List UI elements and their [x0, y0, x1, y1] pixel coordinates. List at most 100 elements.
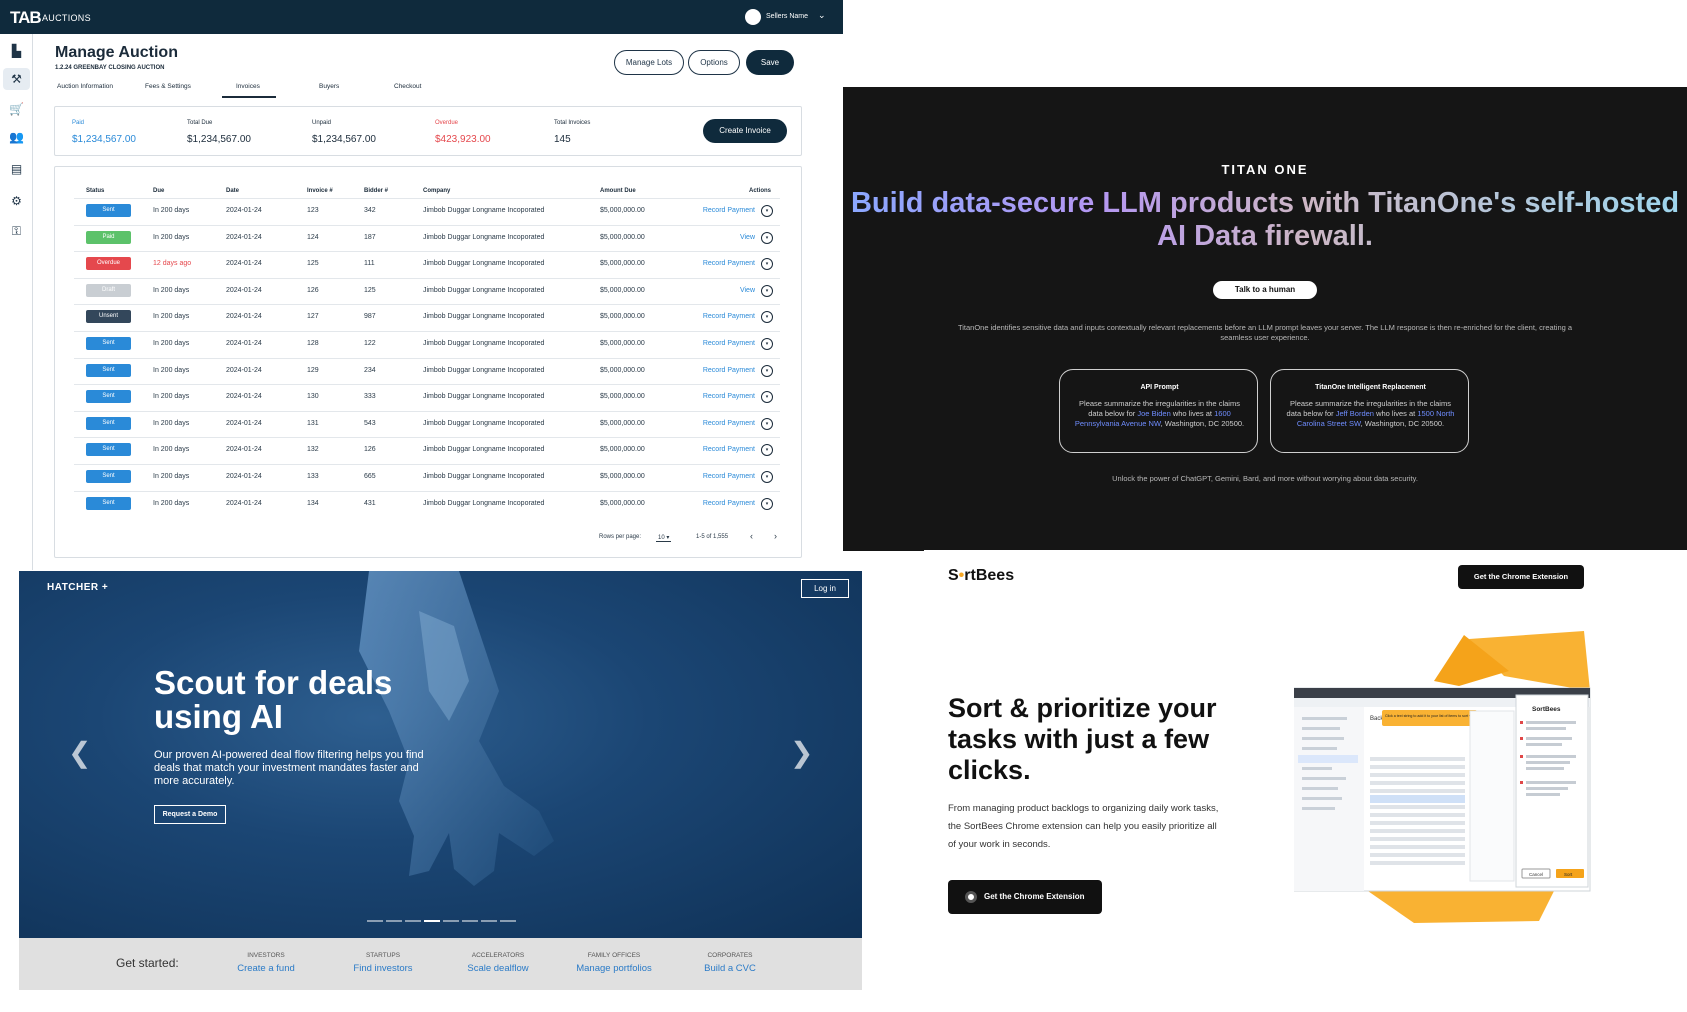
prev-page-icon[interactable]: ‹ [750, 531, 753, 541]
create-invoice-button[interactable]: Create Invoice [703, 119, 787, 143]
record-payment-link[interactable]: Record Payment [703, 207, 755, 214]
build-cvc-link[interactable]: Build a CVC [680, 963, 780, 974]
status-badge: Sent [86, 470, 131, 483]
tab-buyers[interactable]: Buyers [319, 83, 339, 90]
column-header[interactable]: Actions [749, 188, 771, 194]
key-icon[interactable]: ⚿ [9, 224, 24, 239]
row-menu-icon[interactable]: ▾ [761, 498, 773, 510]
column-header[interactable]: Invoice # [307, 188, 333, 194]
manage-portfolios-link[interactable]: Manage portfolios [564, 963, 664, 974]
get-chrome-extension-button[interactable]: Get the Chrome Extension [948, 880, 1102, 914]
date-cell: 2024-01-24 [226, 207, 262, 214]
carousel-dot[interactable] [386, 920, 402, 922]
record-payment-link[interactable]: Record Payment [703, 260, 755, 267]
view-link[interactable]: View [740, 234, 755, 241]
status-badge: Sent [86, 417, 131, 430]
gavel-icon[interactable]: ⚒ [3, 68, 30, 90]
due-cell: In 200 days [153, 207, 190, 214]
company-cell: Jimbob Duggar Longname Incoporated [423, 367, 545, 374]
options-button[interactable]: Options [688, 50, 740, 75]
column-header[interactable]: Date [226, 188, 239, 194]
carousel-dot[interactable] [424, 920, 440, 922]
column-header[interactable]: Status [86, 188, 104, 194]
manage-lots-button[interactable]: Manage Lots [614, 50, 684, 75]
row-menu-icon[interactable]: ▾ [761, 311, 773, 323]
company-cell: Jimbob Duggar Longname Incoporated [423, 287, 545, 294]
carousel-dot[interactable] [443, 920, 459, 922]
users-icon[interactable]: 👥 [9, 130, 24, 145]
record-payment-link[interactable]: Record Payment [703, 500, 755, 507]
record-payment-link[interactable]: Record Payment [703, 446, 755, 453]
dashboard-icon[interactable]: ▙ [9, 44, 24, 59]
avatar[interactable] [745, 9, 761, 25]
gear-icon[interactable]: ⚙ [9, 194, 24, 209]
hatcher-logo[interactable]: HATCHER + [47, 582, 108, 593]
create-fund-link[interactable]: Create a fund [216, 963, 316, 974]
tab-invoices[interactable]: Invoices [236, 83, 260, 90]
row-menu-icon[interactable]: ▾ [761, 205, 773, 217]
row-menu-icon[interactable]: ▾ [761, 338, 773, 350]
tab-fees-settings[interactable]: Fees & Settings [145, 83, 191, 90]
sortbees-logo[interactable]: S•rtBees [948, 567, 1014, 585]
record-payment-link[interactable]: Record Payment [703, 393, 755, 400]
bidder-number-cell: 122 [364, 340, 376, 347]
save-button[interactable]: Save [746, 50, 794, 75]
audience-label: INVESTORS [247, 952, 285, 959]
row-menu-icon[interactable]: ▾ [761, 391, 773, 403]
amount-due-cell: $5,000,000.00 [600, 473, 645, 480]
invoice-icon[interactable]: ▤ [9, 162, 24, 177]
row-menu-icon[interactable]: ▾ [761, 232, 773, 244]
column-header[interactable]: Amount Due [600, 188, 636, 194]
row-menu-icon[interactable]: ▾ [761, 471, 773, 483]
row-menu-icon[interactable]: ▾ [761, 285, 773, 297]
row-menu-icon[interactable]: ▾ [761, 365, 773, 377]
audience-label: FAMILY OFFICES [587, 952, 641, 959]
record-payment-link[interactable]: Record Payment [703, 340, 755, 347]
record-payment-link[interactable]: Record Payment [703, 473, 755, 480]
row-menu-icon[interactable]: ▾ [761, 444, 773, 456]
carousel-dot[interactable] [481, 920, 497, 922]
bidder-number-cell: 987 [364, 313, 376, 320]
due-cell: In 200 days [153, 313, 190, 320]
status-badge: Sent [86, 364, 131, 377]
find-investors-link[interactable]: Find investors [333, 963, 433, 974]
row-menu-icon[interactable]: ▾ [761, 418, 773, 430]
carousel-dot[interactable] [500, 920, 516, 922]
chevron-right-icon[interactable]: ❯ [790, 736, 813, 769]
highlight-name: Jeff Borden [1335, 409, 1374, 418]
login-button[interactable]: Log in [801, 579, 849, 598]
audience-label: ACCELERATORS [471, 952, 525, 959]
chevron-left-icon[interactable]: ❮ [68, 736, 91, 769]
tab-logo[interactable]: TAB [10, 8, 42, 28]
tab-auction-information[interactable]: Auction Information [57, 83, 113, 90]
row-divider [74, 304, 780, 305]
status-badge: Sent [86, 443, 131, 456]
cart-icon[interactable]: 🛒 [9, 102, 24, 117]
titanone-logo[interactable]: TITAN ONE [843, 162, 1687, 177]
user-name[interactable]: Sellers Name [766, 13, 808, 20]
request-demo-button[interactable]: Request a Demo [154, 805, 226, 824]
chevron-down-icon[interactable]: ⌄ [818, 10, 826, 21]
column-header[interactable]: Company [423, 188, 450, 194]
bidder-number-cell: 333 [364, 393, 376, 400]
talk-to-human-button[interactable]: Talk to a human [1213, 281, 1317, 299]
due-cell: In 200 days [153, 473, 190, 480]
column-header[interactable]: Due [153, 188, 164, 194]
carousel-dot[interactable] [367, 920, 383, 922]
get-chrome-extension-top-button[interactable]: Get the Chrome Extension [1458, 565, 1584, 589]
card-text: who lives at [1170, 409, 1215, 418]
column-header[interactable]: Bidder # [364, 188, 388, 194]
next-page-icon[interactable]: › [774, 531, 777, 541]
rows-per-page-select[interactable]: 10 ▾ [656, 534, 672, 542]
amount-due-cell: $5,000,000.00 [600, 260, 645, 267]
tab-checkout[interactable]: Checkout [394, 83, 421, 90]
scale-dealflow-link[interactable]: Scale dealflow [448, 963, 548, 974]
top-bar: TAB AUCTIONS Sellers Name ⌄ [0, 0, 843, 34]
record-payment-link[interactable]: Record Payment [703, 313, 755, 320]
carousel-dot[interactable] [405, 920, 421, 922]
row-menu-icon[interactable]: ▾ [761, 258, 773, 270]
carousel-dot[interactable] [462, 920, 478, 922]
view-link[interactable]: View [740, 287, 755, 294]
record-payment-link[interactable]: Record Payment [703, 367, 755, 374]
record-payment-link[interactable]: Record Payment [703, 420, 755, 427]
